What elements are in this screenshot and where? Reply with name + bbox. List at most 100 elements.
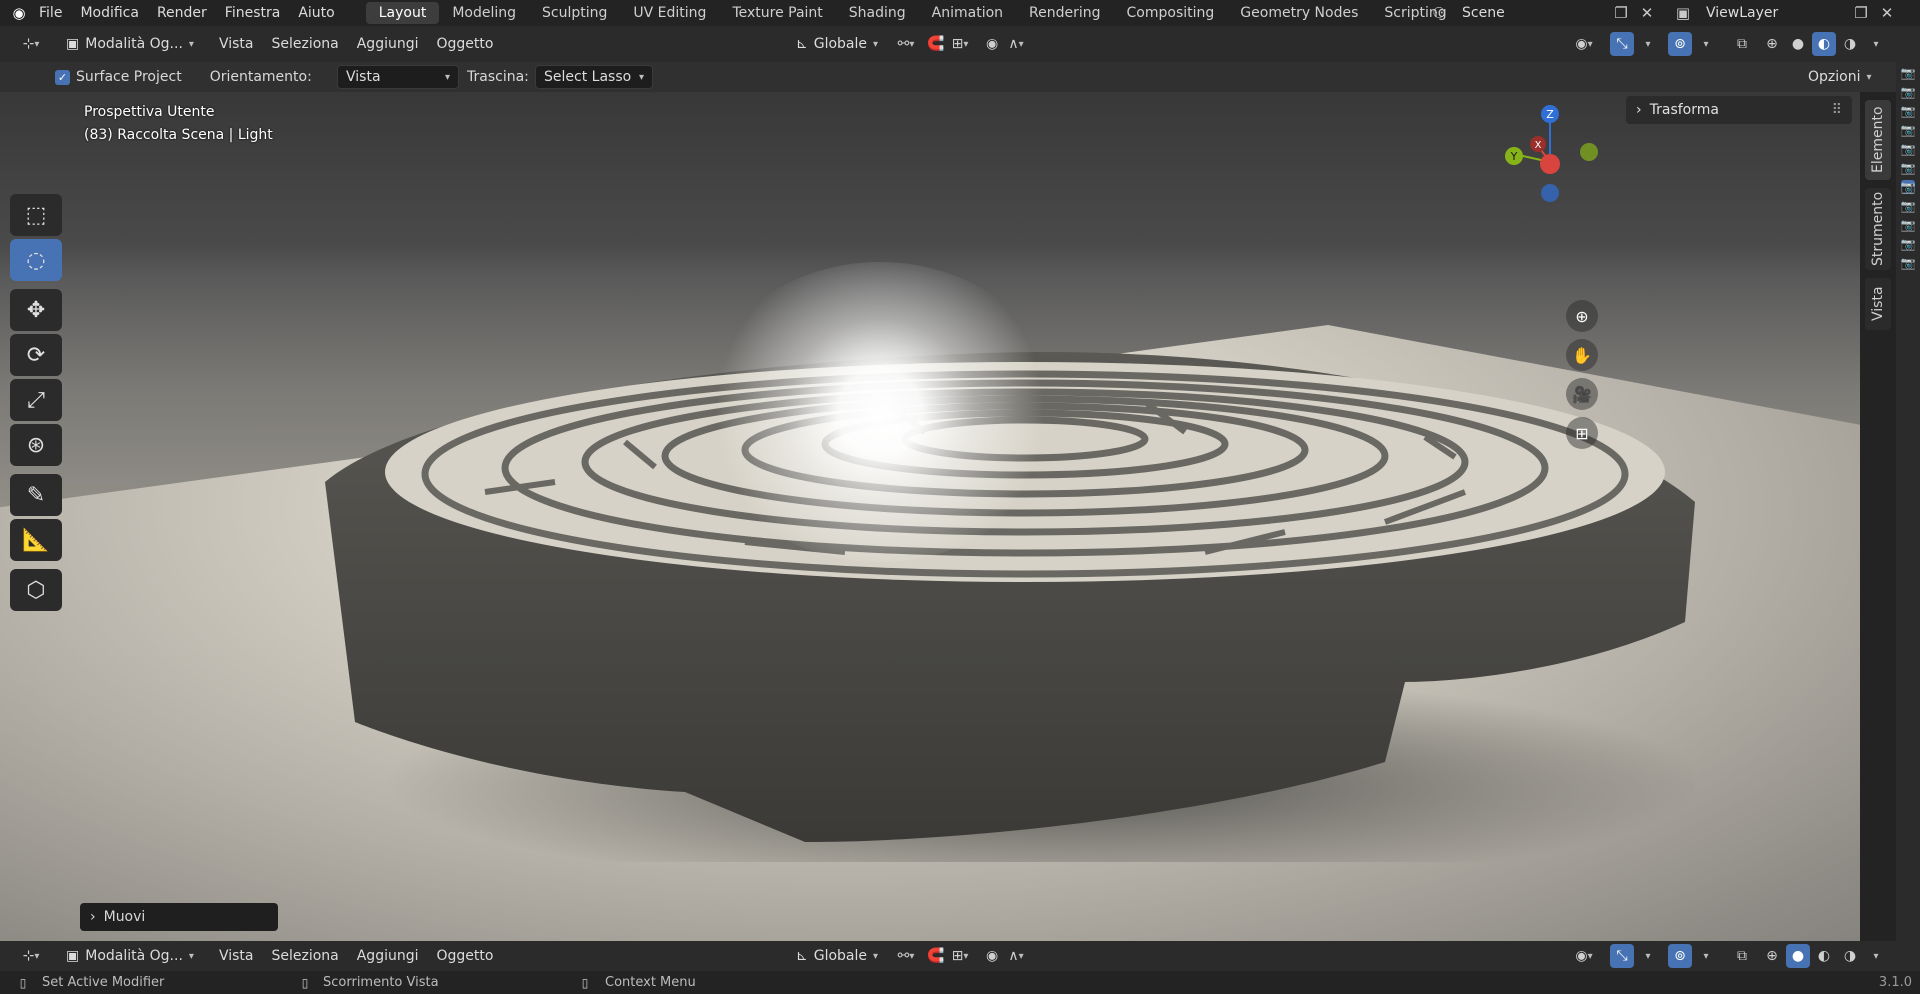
- shading-dropdown-icon[interactable]: ▾: [1864, 32, 1888, 56]
- tab-sculpting[interactable]: Sculpting: [529, 2, 620, 24]
- camera-icon[interactable]: 📷: [1901, 85, 1916, 99]
- solid-shading-icon[interactable]: ●: [1786, 944, 1810, 968]
- overlays-toggle-icon[interactable]: ⊚: [1668, 944, 1692, 968]
- menu-modifica[interactable]: Modifica: [71, 5, 148, 21]
- material-shading-icon[interactable]: ◐: [1812, 32, 1836, 56]
- transform-orientation-dropdown[interactable]: ⊾ Globale ▾: [788, 944, 887, 968]
- overlays-dropdown-icon[interactable]: ▾: [1694, 32, 1718, 56]
- menu-seleziona[interactable]: Seleziona: [262, 948, 347, 964]
- remove-view-layer-icon[interactable]: ✕: [1876, 2, 1898, 24]
- xray-toggle-icon[interactable]: ⧉: [1730, 944, 1754, 968]
- gizmo-toggle-icon[interactable]: ⤡: [1610, 944, 1634, 968]
- tab-shading[interactable]: Shading: [836, 2, 919, 24]
- scale-tool-icon[interactable]: ⤢: [10, 379, 62, 421]
- tab-modeling[interactable]: Modeling: [439, 2, 529, 24]
- tab-vista[interactable]: Vista: [1865, 278, 1891, 330]
- menu-oggetto[interactable]: Oggetto: [428, 36, 503, 52]
- scene-icon[interactable]: ⚇: [1428, 2, 1450, 24]
- 3d-viewport[interactable]: ⬚ ◌ ✥ ⟳ ⤢ ⊛ ✎ 📐 ⬡ Prospettiva Utente (83…: [0, 92, 1860, 941]
- proportional-edit-icon[interactable]: ◉: [980, 944, 1004, 968]
- snap-toggle-icon[interactable]: 🧲: [924, 944, 948, 968]
- camera-icon[interactable]: 📷: [1901, 123, 1916, 137]
- gizmo-neg-x[interactable]: [1540, 154, 1560, 174]
- tab-texture-paint[interactable]: Texture Paint: [719, 2, 835, 24]
- editor-type-button[interactable]: ⊹ ▾: [12, 944, 50, 968]
- camera-icon[interactable]: 📷: [1901, 256, 1916, 270]
- move-tool-icon[interactable]: ✥: [10, 289, 62, 331]
- tab-elemento[interactable]: Elemento: [1865, 100, 1891, 180]
- camera-icon[interactable]: 📷: [1901, 199, 1916, 213]
- camera-icon[interactable]: 📷: [1901, 237, 1916, 251]
- transform-panel-header[interactable]: › Trasforma ⠿: [1626, 96, 1852, 124]
- drag-handle-icon[interactable]: ⠿: [1832, 102, 1842, 118]
- camera-view-icon[interactable]: 🎥: [1566, 378, 1598, 410]
- visibility-icon[interactable]: ◉ ▾: [1566, 944, 1602, 968]
- menu-aggiungi[interactable]: Aggiungi: [348, 948, 428, 964]
- shading-dropdown-icon[interactable]: ▾: [1864, 944, 1888, 968]
- rendered-shading-icon[interactable]: ◑: [1838, 32, 1862, 56]
- last-operator-panel[interactable]: › Muovi: [80, 903, 278, 931]
- zoom-icon[interactable]: ⊕: [1566, 300, 1598, 332]
- wireframe-shading-icon[interactable]: ⊕: [1760, 32, 1784, 56]
- rotate-tool-icon[interactable]: ⟳: [10, 334, 62, 376]
- camera-icon[interactable]: 📷: [1901, 142, 1916, 156]
- overlays-toggle-icon[interactable]: ⊚: [1668, 32, 1692, 56]
- blender-logo-icon[interactable]: ◉: [8, 2, 30, 24]
- menu-render[interactable]: Render: [148, 5, 216, 21]
- select-tool-icon[interactable]: ⬚: [10, 194, 62, 236]
- gizmo-dropdown-icon[interactable]: ▾: [1636, 944, 1660, 968]
- tab-animation[interactable]: Animation: [919, 2, 1016, 24]
- solid-shading-icon[interactable]: ●: [1786, 32, 1810, 56]
- pivot-point-icon[interactable]: ⚯ ▾: [894, 944, 918, 968]
- snap-target-icon[interactable]: ⊞ ▾: [948, 944, 972, 968]
- menu-oggetto[interactable]: Oggetto: [428, 948, 503, 964]
- gizmo-toggle-icon[interactable]: ⤡: [1610, 32, 1634, 56]
- mode-dropdown[interactable]: ▣ Modalità Og... ▾: [58, 944, 202, 968]
- view-layer-icon[interactable]: ▣: [1672, 2, 1694, 24]
- camera-icon[interactable]: 📷: [1901, 161, 1916, 175]
- tab-layout[interactable]: Layout: [365, 2, 440, 24]
- menu-vista[interactable]: Vista: [210, 36, 263, 52]
- annotate-tool-icon[interactable]: ✎: [10, 474, 62, 516]
- transform-orientation-dropdown[interactable]: ⊾ Globale ▾: [788, 32, 887, 56]
- options-dropdown[interactable]: Opzioni ▾: [1800, 65, 1880, 89]
- menu-vista[interactable]: Vista: [210, 948, 263, 964]
- tab-geometry-nodes[interactable]: Geometry Nodes: [1227, 2, 1371, 24]
- view-layer-field[interactable]: ViewLayer: [1698, 2, 1846, 24]
- proportional-falloff-icon[interactable]: ∧ ▾: [1004, 32, 1028, 56]
- snap-toggle-icon[interactable]: 🧲: [924, 32, 948, 56]
- tab-uv-editing[interactable]: UV Editing: [620, 2, 719, 24]
- camera-icon[interactable]: 📷: [1900, 180, 1916, 194]
- camera-icon[interactable]: 📷: [1901, 104, 1916, 118]
- menu-finestra[interactable]: Finestra: [216, 5, 290, 21]
- material-shading-icon[interactable]: ◐: [1812, 944, 1836, 968]
- cursor-tool-icon[interactable]: ◌: [10, 239, 62, 281]
- new-view-layer-icon[interactable]: ❐: [1850, 2, 1872, 24]
- pivot-point-icon[interactable]: ⚯ ▾: [894, 32, 918, 56]
- scene-field[interactable]: Scene: [1454, 2, 1606, 24]
- menu-aiuto[interactable]: Aiuto: [289, 5, 343, 21]
- gizmo-dropdown-icon[interactable]: ▾: [1636, 32, 1660, 56]
- snap-target-icon[interactable]: ⊞ ▾: [948, 32, 972, 56]
- mode-dropdown[interactable]: ▣ Modalità Og... ▾: [58, 32, 202, 56]
- proportional-falloff-icon[interactable]: ∧ ▾: [1004, 944, 1028, 968]
- perspective-grid-icon[interactable]: ⊞: [1566, 417, 1598, 449]
- remove-scene-icon[interactable]: ✕: [1636, 2, 1658, 24]
- drag-dropdown[interactable]: Select Lasso ▾: [535, 65, 653, 89]
- orientation-dropdown[interactable]: Vista ▾: [337, 65, 459, 89]
- proportional-edit-icon[interactable]: ◉: [980, 32, 1004, 56]
- new-scene-icon[interactable]: ❐: [1610, 2, 1632, 24]
- camera-icon[interactable]: 📷: [1901, 66, 1916, 80]
- editor-type-button[interactable]: ⊹ ▾: [12, 32, 50, 56]
- tab-compositing[interactable]: Compositing: [1114, 2, 1228, 24]
- transform-tool-icon[interactable]: ⊛: [10, 424, 62, 466]
- navigation-gizmo[interactable]: Z Y X: [1494, 92, 1614, 202]
- gizmo-neg-y[interactable]: [1580, 143, 1598, 161]
- rendered-shading-icon[interactable]: ◑: [1838, 944, 1862, 968]
- measure-tool-icon[interactable]: 📐: [10, 519, 62, 561]
- menu-aggiungi[interactable]: Aggiungi: [348, 36, 428, 52]
- menu-file[interactable]: File: [30, 5, 71, 21]
- wireframe-shading-icon[interactable]: ⊕: [1760, 944, 1784, 968]
- tab-strumento[interactable]: Strumento: [1865, 188, 1891, 270]
- menu-seleziona[interactable]: Seleziona: [262, 36, 347, 52]
